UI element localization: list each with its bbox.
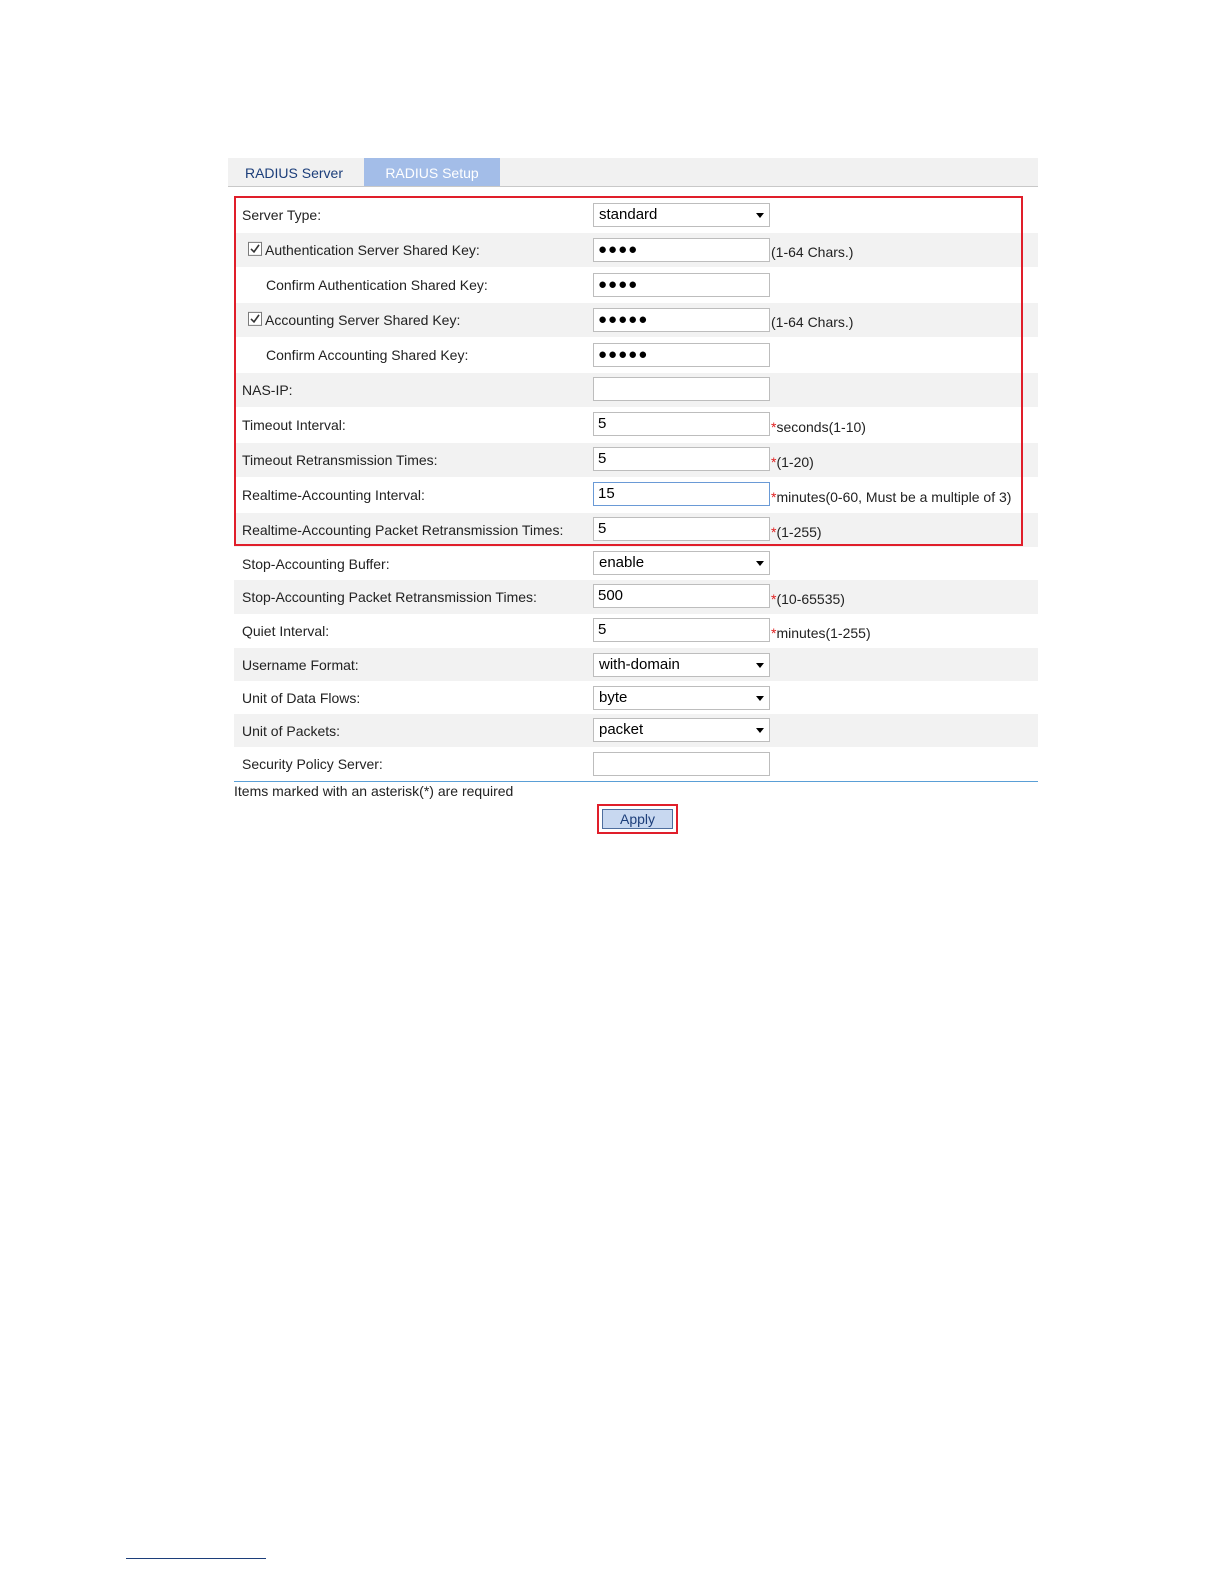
nas-ip-label: NAS-IP:	[242, 382, 293, 398]
rt-acct-retrans-hint-text: (1-255)	[776, 524, 822, 540]
timeout-retrans-hint: *(1-20)	[771, 454, 814, 470]
auth-key-hint: (1-64 Chars.)	[771, 244, 854, 260]
stop-acct-retrans-hint-text: (10-65535)	[776, 591, 845, 607]
timeout-retrans-hint-text: (1-20)	[776, 454, 814, 470]
security-policy-server-label: Security Policy Server:	[242, 756, 383, 772]
username-format-row: Username Format: with-domain	[234, 648, 1038, 681]
unit-data-flows-select[interactable]: byte	[593, 686, 770, 710]
rt-acct-retrans-label: Realtime-Accounting Packet Retransmissio…	[242, 522, 564, 538]
timeout-retrans-row: Timeout Retransmission Times: 5 *(1-20)	[234, 443, 1038, 477]
confirm-auth-key-row: Confirm Authentication Shared Key: ●●●●	[234, 268, 1038, 302]
rt-acct-interval-hint-text: minutes(0-60, Must be a multiple of 3)	[776, 489, 1012, 505]
acct-key-label: Accounting Server Shared Key:	[265, 312, 461, 328]
confirm-acct-key-row: Confirm Accounting Shared Key: ●●●●●	[234, 338, 1038, 372]
timeout-interval-hint: *seconds(1-10)	[771, 419, 866, 435]
unit-data-flows-label: Unit of Data Flows:	[242, 689, 361, 706]
unit-packets-select[interactable]: packet	[593, 718, 770, 742]
confirm-auth-key-input[interactable]: ●●●●	[593, 273, 770, 297]
rt-acct-interval-row: Realtime-Accounting Interval: 15 *minute…	[234, 478, 1038, 512]
rt-acct-interval-input[interactable]: 15	[593, 482, 770, 506]
apply-button[interactable]: Apply	[602, 809, 673, 829]
timeout-interval-row: Timeout Interval: 5 *seconds(1-10)	[234, 408, 1038, 442]
nas-ip-row: NAS-IP:	[234, 373, 1038, 407]
required-note: Items marked with an asterisk(*) are req…	[234, 783, 514, 799]
chevron-down-icon	[756, 213, 764, 218]
rt-acct-interval-label: Realtime-Accounting Interval:	[242, 487, 425, 503]
checkmark-icon	[250, 244, 260, 254]
security-policy-server-input[interactable]	[593, 752, 770, 776]
unit-packets-value: packet	[599, 721, 644, 738]
stop-acct-buffer-row: Stop-Accounting Buffer: enable	[234, 547, 1038, 580]
stop-acct-buffer-label: Stop-Accounting Buffer:	[242, 555, 390, 572]
acct-key-input[interactable]: ●●●●●	[593, 308, 770, 332]
rt-acct-retrans-hint: *(1-255)	[771, 524, 822, 540]
acct-key-hint: (1-64 Chars.)	[771, 314, 854, 330]
form-divider	[234, 781, 1038, 782]
stop-acct-retrans-input[interactable]: 500	[593, 584, 770, 608]
chevron-down-icon	[756, 728, 764, 733]
timeout-interval-label: Timeout Interval:	[242, 417, 346, 433]
checkmark-icon	[250, 314, 260, 324]
username-format-label: Username Format:	[242, 656, 359, 673]
unit-data-flows-value: byte	[599, 689, 628, 706]
security-policy-server-row: Security Policy Server:	[234, 747, 1038, 781]
chevron-down-icon	[756, 561, 764, 566]
quiet-interval-hint: *minutes(1-255)	[771, 625, 871, 641]
apply-highlight-box: Apply	[597, 804, 678, 834]
stop-acct-buffer-value: enable	[599, 554, 645, 571]
server-type-value: standard	[599, 206, 658, 223]
timeout-interval-hint-text: seconds(1-10)	[776, 419, 866, 435]
rt-acct-retrans-row: Realtime-Accounting Packet Retransmissio…	[234, 513, 1038, 547]
confirm-acct-key-input[interactable]: ●●●●●	[593, 343, 770, 367]
auth-key-checkbox[interactable]	[248, 241, 262, 256]
timeout-retrans-input[interactable]: 5	[593, 447, 770, 471]
unit-data-flows-row: Unit of Data Flows: byte	[234, 681, 1038, 714]
server-type-row: Server Type: standard	[234, 198, 1038, 232]
stop-acct-retrans-row: Stop-Accounting Packet Retransmission Ti…	[234, 580, 1038, 614]
confirm-auth-key-label: Confirm Authentication Shared Key:	[266, 277, 488, 293]
timeout-retrans-label: Timeout Retransmission Times:	[242, 452, 438, 468]
stop-acct-retrans-hint: *(10-65535)	[771, 591, 845, 607]
acct-key-row: Accounting Server Shared Key: ●●●●● (1-6…	[234, 303, 1038, 337]
nas-ip-input[interactable]	[593, 377, 770, 401]
timeout-interval-input[interactable]: 5	[593, 412, 770, 436]
stop-acct-buffer-select[interactable]: enable	[593, 551, 770, 575]
unit-packets-row: Unit of Packets: packet	[234, 714, 1038, 747]
server-type-select[interactable]: standard	[593, 203, 770, 227]
tab-bar: RADIUS Server RADIUS Setup	[228, 158, 1038, 187]
unit-packets-label: Unit of Packets:	[242, 722, 341, 739]
rt-acct-interval-hint: *minutes(0-60, Must be a multiple of 3)	[771, 489, 1011, 505]
stop-acct-retrans-label: Stop-Accounting Packet Retransmission Ti…	[242, 589, 537, 605]
username-format-select[interactable]: with-domain	[593, 653, 770, 677]
rt-acct-retrans-input[interactable]: 5	[593, 517, 770, 541]
quiet-interval-label: Quiet Interval:	[242, 623, 330, 639]
chevron-down-icon	[756, 696, 764, 701]
confirm-acct-key-label: Confirm Accounting Shared Key:	[266, 347, 469, 363]
tab-radius-server[interactable]: RADIUS Server	[228, 158, 360, 186]
server-type-label: Server Type:	[242, 207, 322, 223]
auth-key-row: Authentication Server Shared Key: ●●●● (…	[234, 233, 1038, 267]
quiet-interval-input[interactable]: 5	[593, 618, 770, 642]
chevron-down-icon	[756, 663, 764, 668]
username-format-value: with-domain	[599, 656, 680, 673]
tab-radius-setup[interactable]: RADIUS Setup	[364, 158, 500, 186]
auth-key-label: Authentication Server Shared Key:	[265, 242, 480, 258]
auth-key-input[interactable]: ●●●●	[593, 238, 770, 262]
quiet-interval-hint-text: minutes(1-255)	[776, 625, 871, 641]
quiet-interval-row: Quiet Interval: 5 *minutes(1-255)	[234, 614, 1038, 648]
acct-key-checkbox[interactable]	[248, 311, 262, 326]
footnote-rule	[126, 1558, 266, 1559]
